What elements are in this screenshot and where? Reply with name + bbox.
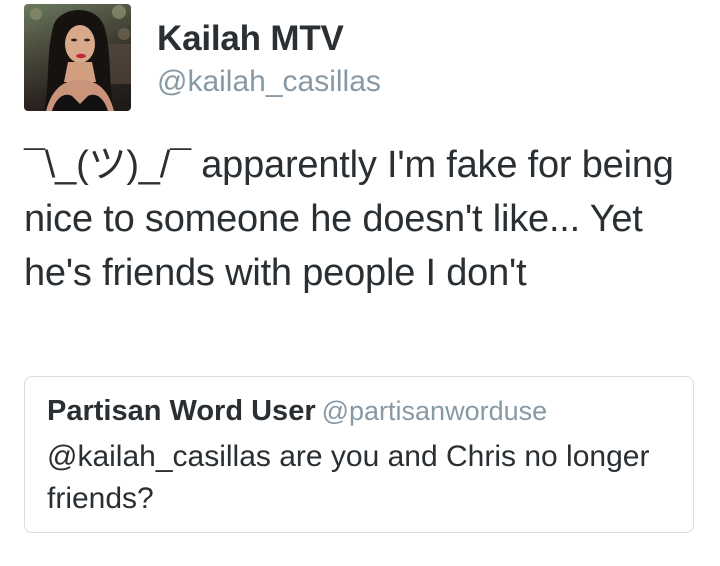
author-handle[interactable]: @kailah_casillas (157, 62, 381, 102)
tweet-text: ¯\_(ツ)_/¯ apparently I'm fake for being … (24, 144, 674, 294)
tweet-header: Kailah MTV @kailah_casillas (24, 4, 381, 111)
author-display-name[interactable]: Kailah MTV (157, 18, 381, 60)
quoted-author-name: Partisan Word User (47, 395, 316, 427)
quoted-tweet-header: Partisan Word User @partisanworduse (47, 393, 673, 434)
avatar[interactable] (24, 4, 131, 111)
quoted-tweet-text: @kailah_casillas are you and Chris no lo… (47, 440, 650, 515)
quoted-author-handle: @partisanworduse (321, 396, 548, 426)
quoted-tweet[interactable]: Partisan Word User @partisanworduse @kail… (24, 376, 694, 533)
tweet-card: Kailah MTV @kailah_casillas ¯\_(ツ)_/¯ ap… (0, 0, 720, 566)
profile-photo-icon (30, 5, 131, 111)
author-names: Kailah MTV @kailah_casillas (157, 4, 381, 102)
